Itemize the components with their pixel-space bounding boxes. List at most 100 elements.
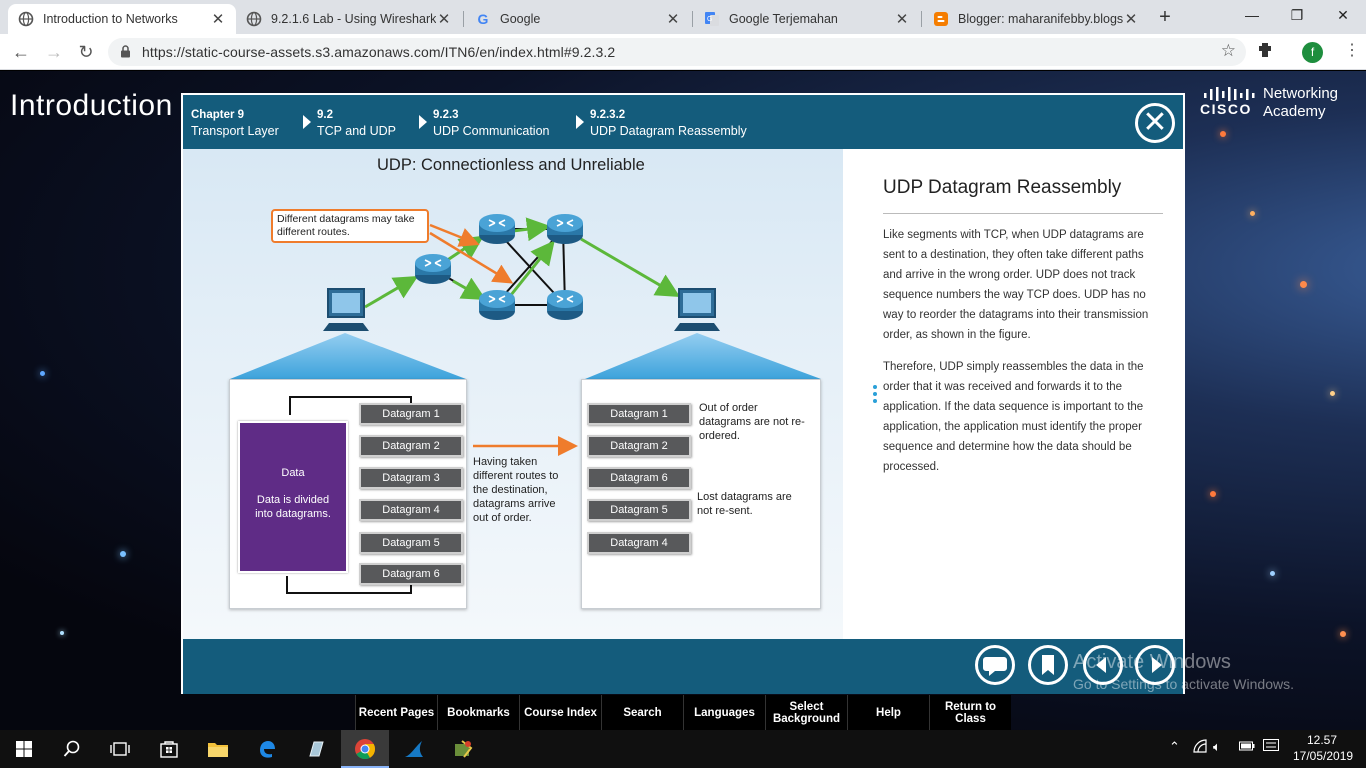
url-text: https://static-course-assets.s3.amazonaw… [142,44,616,60]
breadcrumb-label: Transport Layer [191,124,279,138]
restore-button[interactable]: ❐ [1274,4,1320,28]
breadcrumb-chapter[interactable]: Chapter 9 Transport Layer [191,107,279,139]
chrome-taskbar-button[interactable] [341,730,389,768]
notes-icon [309,741,324,757]
breadcrumb-label: TCP and UDP [317,124,396,138]
bookmark-button[interactable] [1028,645,1068,685]
battery-icon[interactable] [1239,739,1255,754]
datagram-sent: Datagram 5 [359,532,463,554]
windows-logo-icon [16,741,32,757]
recent-pages-button[interactable]: Recent Pages [355,695,437,730]
task-view-button[interactable] [96,730,144,768]
breadcrumb-number: 9.2.3 [433,109,459,121]
clock-time[interactable]: 12.57 [1307,733,1337,747]
feedback-button[interactable] [975,645,1015,685]
windows-taskbar: ⌃ 🔈︎ 12.57 17/05/2019 [0,730,1366,768]
google-icon: G [477,11,489,27]
tab-introduction-to-networks[interactable]: Introduction to Networks ✕ [8,4,236,34]
router-icon [547,214,583,244]
bookmark-icon [1042,655,1054,675]
new-tab-button[interactable]: + [1154,6,1176,28]
routes-callout: Different datagrams may take different r… [271,209,429,243]
start-button[interactable] [0,730,48,768]
close-tab-icon[interactable]: ✕ [436,10,452,28]
bookmarks-button[interactable]: Bookmarks [437,695,519,730]
activate-windows-watermark: Activate Windows Go to Settings to activ… [1073,651,1294,692]
breadcrumb-topic[interactable]: 9.2.3.2 UDP Datagram Reassembly [590,107,747,139]
datagram-received: Datagram 1 [587,403,691,425]
svg-text:G: G [707,16,712,23]
course-index-button[interactable]: Course Index [519,695,601,730]
notes-taskbar-button[interactable] [292,730,340,768]
store-icon [160,741,178,758]
reload-button[interactable]: ↻ [73,40,99,64]
folder-icon [208,743,228,757]
splitter-handle[interactable] [873,385,877,406]
datagram-sent: Datagram 3 [359,467,463,489]
select-background-button[interactable]: Select Background [765,695,847,730]
tab-title: Blogger: maharanifebby.blogsp [958,12,1123,26]
article-paragraph: Like segments with TCP, when UDP datagra… [883,229,1149,341]
close-tab-icon[interactable]: ✕ [210,10,226,28]
bookmark-star-icon[interactable]: ☆ [1221,41,1236,61]
globe-icon [18,11,34,27]
breadcrumb-subsection[interactable]: 9.2.3 UDP Communication [433,107,549,139]
minimize-button[interactable]: — [1229,4,1275,28]
browser-menu-icon[interactable]: ⋮ [1344,40,1360,60]
packet-tracer-taskbar-button[interactable] [439,730,487,768]
tab-google-terjemahan[interactable]: G Google Terjemahan ✕ [694,4,920,34]
close-tab-icon[interactable]: ✕ [665,10,681,28]
breadcrumb-number: 9.2.3.2 [590,109,626,121]
edge-taskbar-button[interactable] [243,730,291,768]
search-taskbar-button[interactable] [48,730,96,768]
breadcrumb-section[interactable]: 9.2 TCP and UDP [317,107,396,139]
tab-title: Google Terjemahan [729,12,838,26]
watermark-title: Activate Windows [1073,651,1231,673]
wireshark-taskbar-button[interactable] [390,730,438,768]
datagram-sent: Datagram 1 [359,403,463,425]
watermark-subtitle: Go to Settings to activate Windows. [1073,676,1294,692]
profile-avatar[interactable]: f [1302,42,1323,63]
course-page: Introduction t CISCO Networking Academy … [0,71,1366,730]
close-modal-button[interactable]: ✕ [1135,103,1175,143]
datagram-sent: Datagram 2 [359,435,463,457]
search-button[interactable]: Search [601,695,683,730]
forward-button[interactable]: → [41,40,67,64]
globe-icon [246,11,262,27]
breadcrumb-arrow-icon [576,115,584,129]
return-to-class-button[interactable]: Return to Class [929,695,1011,730]
packet-tracer-icon [455,740,473,758]
store-taskbar-button[interactable] [145,730,193,768]
volume-icon[interactable]: 🔈︎ [1213,739,1221,755]
content-modal: Chapter 9 Transport Layer 9.2 TCP and UD… [181,93,1185,694]
show-hidden-icons-icon[interactable]: ⌃ [1169,739,1180,755]
window-close-button[interactable]: ✕ [1320,4,1366,28]
article-paragraph: Therefore, UDP simply reassembles the da… [883,361,1144,473]
not-resent-note: Lost datagrams are not re-sent. [697,491,792,517]
help-button[interactable]: Help [847,695,929,730]
tab-title: 9.2.1.6 Lab - Using Wireshark t [271,12,436,26]
datagram-sent: Datagram 6 [359,563,463,585]
close-tab-icon[interactable]: ✕ [1123,10,1139,28]
lock-icon [120,45,131,63]
back-button[interactable]: ← [8,40,34,64]
tab-blogger[interactable]: Blogger: maharanifebby.blogsp ✕ [923,4,1149,34]
keyboard-icon[interactable] [1263,739,1279,754]
wifi-icon[interactable] [1193,739,1207,756]
close-tab-icon[interactable]: ✕ [894,10,910,28]
tab-title: Google [500,12,541,26]
tab-wireshark-lab[interactable]: 9.2.1.6 Lab - Using Wireshark t ✕ [236,4,462,34]
languages-button[interactable]: Languages [683,695,765,730]
browser-toolbar: ← → ↻ https://static-course-assets.s3.am… [0,34,1366,70]
edge-icon [260,741,275,758]
extension-icon[interactable] [1258,42,1272,62]
blogger-icon [933,11,949,27]
address-bar[interactable]: https://static-course-assets.s3.amazonaw… [108,38,1246,66]
breadcrumb-number: 9.2 [317,109,333,121]
browser-tab-bar: Introduction to Networks ✕ 9.2.1.6 Lab -… [0,0,1366,34]
router-icon [479,290,515,320]
file-explorer-taskbar-button[interactable] [194,730,242,768]
clock-date[interactable]: 17/05/2019 [1293,749,1353,763]
course-navigation: Recent Pages Bookmarks Course Index Sear… [355,695,1011,730]
tab-google[interactable]: G Google ✕ [465,4,691,34]
